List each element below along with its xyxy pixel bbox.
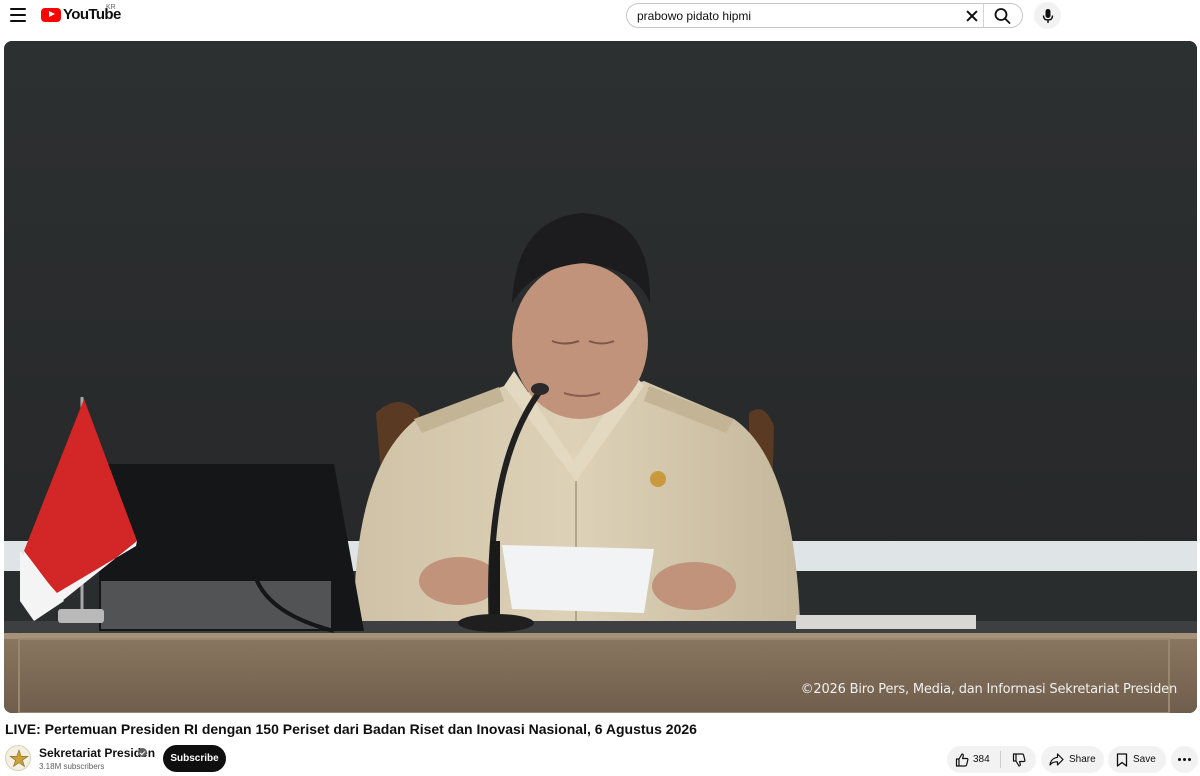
search-input[interactable] — [637, 5, 947, 26]
search-box — [626, 3, 1023, 28]
youtube-logo-icon — [41, 7, 61, 22]
more-dot — [1188, 758, 1191, 761]
subscribe-button[interactable]: Subscribe — [163, 745, 226, 772]
more-dot — [1183, 758, 1186, 761]
like-dislike-group: 384 — [947, 746, 1036, 773]
save-label: Save — [1133, 754, 1156, 765]
verified-icon — [138, 748, 147, 757]
share-label: Share — [1069, 754, 1096, 765]
share-button[interactable]: Share — [1041, 746, 1104, 773]
channel-emblem-icon — [9, 749, 29, 768]
like-button[interactable]: 384 — [947, 746, 999, 773]
more-dot — [1178, 758, 1181, 761]
like-divider — [1000, 751, 1001, 768]
search-divider — [983, 4, 984, 27]
like-count: 384 — [973, 754, 990, 765]
video-frame — [4, 41, 1197, 713]
save-button[interactable]: Save — [1108, 746, 1166, 773]
region-code: KR — [106, 4, 116, 11]
channel-avatar[interactable] — [5, 745, 31, 771]
clear-icon[interactable] — [963, 7, 981, 25]
masthead: YouTube KR — [0, 0, 1200, 32]
thumbs-down-icon — [1012, 752, 1026, 767]
microphone-icon — [1042, 8, 1053, 23]
thumbs-up-icon — [955, 752, 969, 767]
share-icon — [1049, 753, 1064, 766]
video-watermark: ©2026 Biro Pers, Media, dan Informasi Se… — [800, 682, 1178, 697]
voice-search-button[interactable] — [1034, 2, 1061, 29]
more-actions-button[interactable] — [1171, 746, 1198, 773]
video-player[interactable]: ©2026 Biro Pers, Media, dan Informasi Se… — [4, 41, 1197, 713]
menu-icon[interactable] — [10, 8, 26, 22]
dislike-button[interactable] — [1003, 746, 1035, 773]
bookmark-icon — [1116, 752, 1128, 767]
video-title: LIVE: Pertemuan Presiden RI dengan 150 P… — [5, 721, 697, 737]
search-button[interactable] — [993, 7, 1013, 25]
subscriber-count: 3.18M subscribers — [39, 762, 105, 771]
search-icon — [994, 8, 1011, 24]
